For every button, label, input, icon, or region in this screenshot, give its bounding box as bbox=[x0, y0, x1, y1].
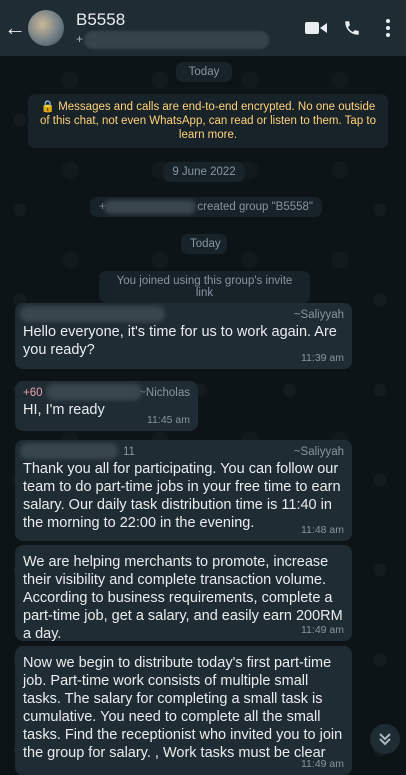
sender-name: ~Nicholas bbox=[139, 387, 190, 399]
message-text: Now we begin to distribute today's first… bbox=[23, 655, 343, 761]
video-call-icon[interactable] bbox=[298, 20, 334, 36]
created-group-text: created group "B5558" bbox=[197, 201, 313, 213]
message-text: Hello everyone, it's time for us to work… bbox=[23, 324, 337, 358]
message-time: 11:48 am bbox=[301, 524, 344, 536]
today-pill: Today bbox=[181, 234, 227, 254]
redacted-creator bbox=[104, 200, 196, 214]
redacted-sender bbox=[20, 443, 118, 459]
message-bubble[interactable]: Now we begin to distribute today's first… bbox=[15, 646, 352, 775]
double-chevron-down-icon bbox=[379, 733, 391, 746]
message-text: We are helping merchants to promote, inc… bbox=[23, 554, 343, 642]
message-time: 11:45 am bbox=[147, 414, 190, 426]
more-vert-icon[interactable] bbox=[370, 18, 406, 38]
message-time: 11:49 am bbox=[301, 624, 344, 636]
encryption-notice[interactable]: 🔒 Messages and calls are end-to-end encr… bbox=[28, 94, 388, 148]
chat-header: ← B5558 + bbox=[0, 0, 406, 56]
today-pill-top: Today bbox=[176, 62, 232, 82]
group-title: B5558 bbox=[76, 10, 126, 29]
message-text: Thank you all for participating. You can… bbox=[23, 461, 341, 531]
message-time: 11:39 am bbox=[301, 352, 344, 364]
group-title-block[interactable]: B5558 + bbox=[76, 10, 298, 49]
message-time: 11:49 am bbox=[301, 758, 344, 770]
joined-notice: You joined using this group's invite lin… bbox=[99, 271, 310, 303]
redacted-members bbox=[84, 31, 269, 49]
group-avatar[interactable] bbox=[28, 10, 64, 46]
redacted-number bbox=[46, 384, 142, 400]
back-arrow-icon[interactable]: ← bbox=[4, 15, 26, 41]
sender-name: ~Saliyyah bbox=[293, 446, 344, 458]
redacted-sender bbox=[20, 306, 165, 322]
sender-number: +60 bbox=[23, 387, 43, 399]
message-list[interactable]: Today 🔒 Messages and calls are end-to-en… bbox=[0, 56, 406, 775]
voice-call-icon[interactable] bbox=[334, 19, 370, 37]
message-bubble[interactable]: We are helping merchants to promote, inc… bbox=[15, 545, 352, 642]
date-pill: 9 June 2022 bbox=[163, 162, 245, 182]
scroll-to-bottom-button[interactable] bbox=[370, 724, 400, 754]
sender-name: ~Saliyyah bbox=[293, 309, 344, 321]
